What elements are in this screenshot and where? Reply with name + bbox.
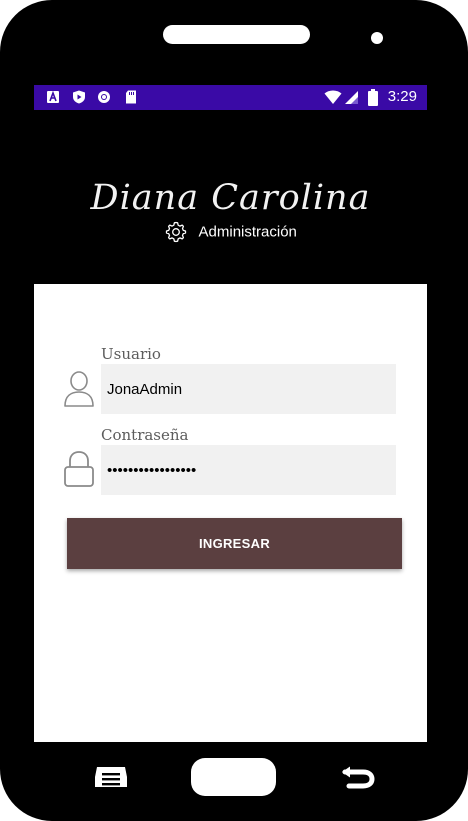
password-label: Contraseña — [101, 426, 189, 444]
brand-header: Diana Carolina Administración — [34, 110, 427, 284]
lock-icon — [64, 451, 94, 487]
app-screen: 3:29 Diana Carolina Administración Usuar… — [34, 85, 427, 742]
gear-icon — [165, 221, 187, 243]
shield-play-icon — [73, 90, 85, 104]
front-camera — [371, 32, 383, 44]
password-input[interactable] — [101, 445, 396, 495]
sd-card-icon — [126, 90, 136, 104]
username-input[interactable] — [101, 364, 396, 414]
menu-key-icon[interactable] — [93, 765, 129, 789]
battery-icon — [368, 89, 378, 106]
admin-label: Administración — [198, 223, 297, 241]
record-icon — [98, 91, 110, 103]
home-key[interactable] — [191, 758, 276, 796]
wifi-icon — [324, 90, 342, 104]
status-bar: 3:29 — [34, 85, 427, 110]
admin-subtitle: Administración — [34, 220, 427, 244]
signal-icon — [345, 91, 358, 104]
user-icon — [64, 371, 94, 407]
earpiece-speaker — [163, 25, 310, 44]
username-label: Usuario — [101, 345, 161, 363]
phone-frame: 3:29 Diana Carolina Administración Usuar… — [0, 0, 468, 821]
brand-logo-text: Diana Carolina — [90, 178, 371, 218]
back-key-icon[interactable] — [341, 765, 375, 789]
status-time: 3:29 — [387, 88, 417, 105]
font-a-icon — [47, 90, 59, 103]
login-button[interactable]: INGRESAR — [67, 518, 402, 569]
